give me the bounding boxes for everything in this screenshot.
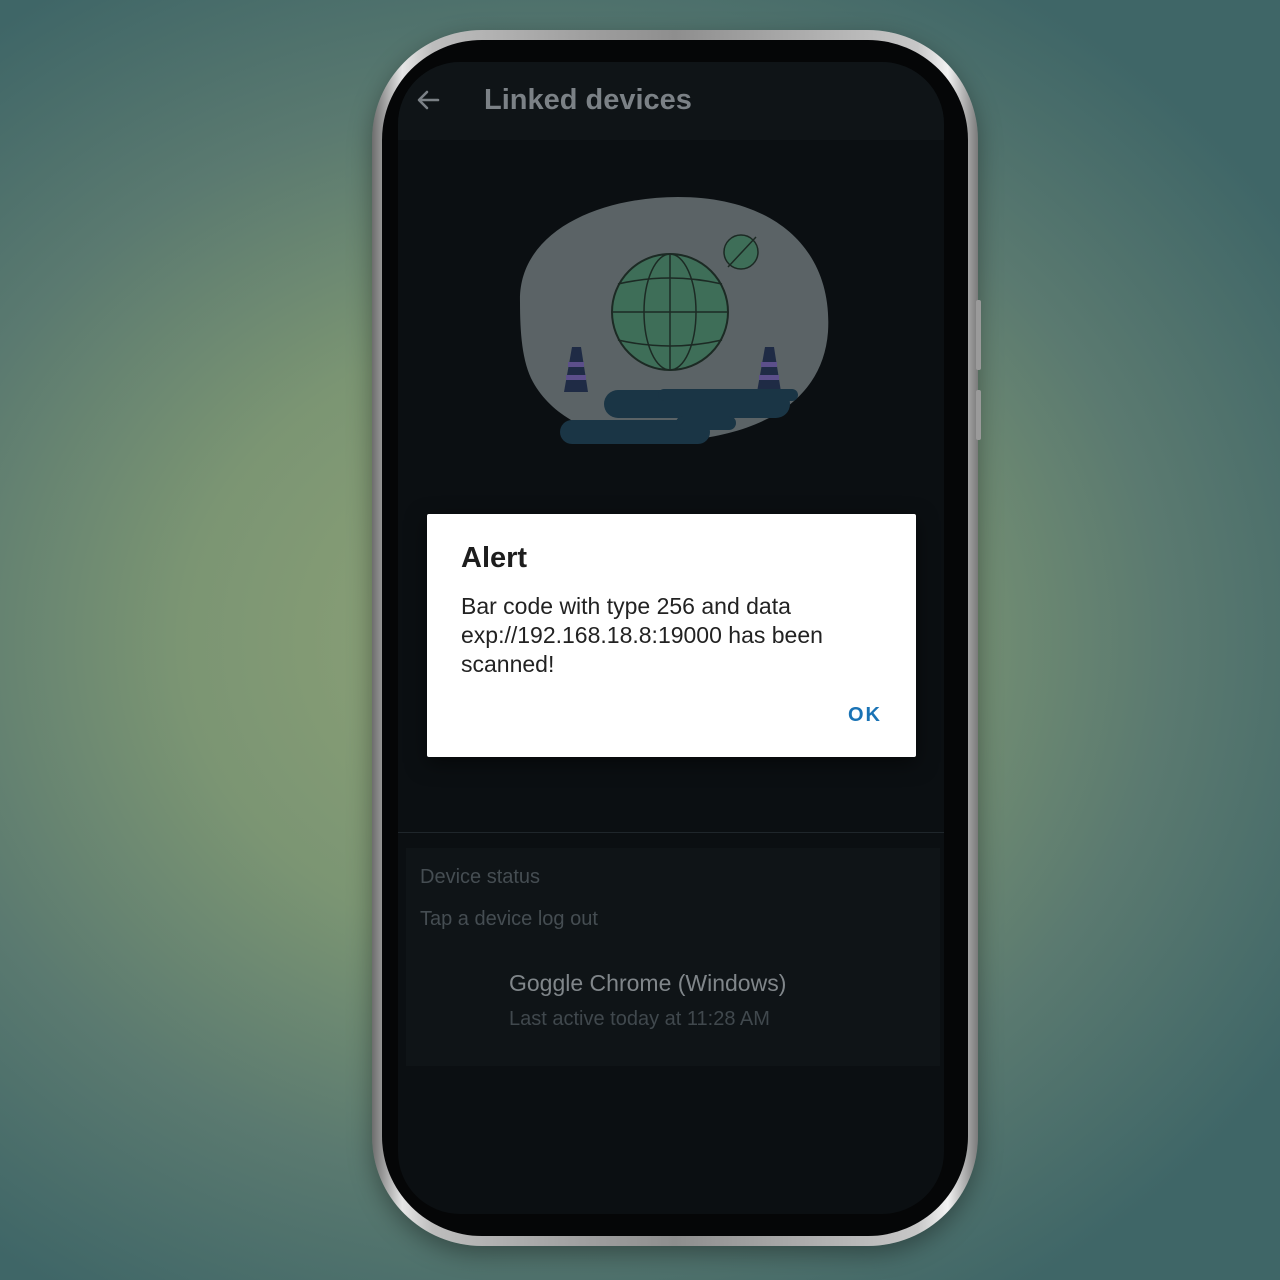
device-status-card: Device status Tap a device log out Goggl…: [406, 848, 940, 1066]
device-last-active: Last active today at 11:28 AM: [509, 1008, 770, 1030]
dialog-message: Bar code with type 256 and data exp://19…: [461, 593, 823, 677]
linked-devices-illustration: [519, 197, 829, 444]
page-title: Linked devices: [484, 84, 692, 116]
phone-side-button: [976, 390, 981, 440]
alert-dialog: Alert Bar code with type 256 and data ex…: [427, 514, 916, 757]
divider: [398, 832, 944, 833]
ok-button[interactable]: OK: [848, 704, 882, 727]
app-bar: Linked devices: [398, 62, 944, 140]
dialog-title: Alert: [461, 542, 528, 574]
phone-side-button: [976, 300, 981, 370]
section-header: Device status: [420, 866, 541, 888]
device-list-item[interactable]: Goggle Chrome (Windows) Last active toda…: [506, 970, 926, 1040]
device-name: Goggle Chrome (Windows): [509, 970, 787, 996]
arrow-left-icon[interactable]: [414, 86, 442, 114]
section-hint: Tap a device log out: [420, 908, 598, 930]
